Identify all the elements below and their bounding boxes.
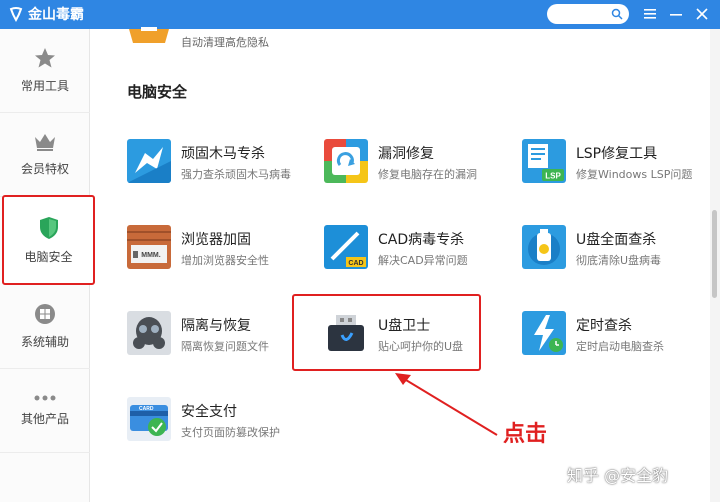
star-icon — [35, 48, 55, 68]
sidebar-item-label: 会员特权 — [20, 162, 69, 176]
lsp-badge: LSP — [545, 172, 561, 181]
tool-desc: 修复Windows LSP问题 — [576, 168, 693, 181]
tool-lsp-repair[interactable]: LSP LSP修复工具 修复Windows LSP问题 — [522, 139, 712, 189]
tool-quarantine[interactable]: 隔离与恢复 隔离恢复问题文件 — [127, 311, 317, 361]
tool-desc: 隔离恢复问题文件 — [181, 340, 269, 353]
tool-scheduled-scan[interactable]: 定时查杀 定时启动电脑查杀 — [522, 311, 712, 361]
sidebar-item-member[interactable]: 会员特权 — [0, 113, 90, 197]
tool-trojan-killer[interactable]: 顽固木马专杀 强力查杀顽固木马病毒 — [127, 139, 317, 189]
tool-name: 定时查杀 — [576, 318, 632, 334]
tool-desc: 定时启动电脑查杀 — [576, 340, 664, 353]
tool-desc: 增加浏览器安全性 — [181, 254, 269, 267]
tool-desc: 支付页面防篡改保护 — [181, 426, 280, 439]
cad-badge: CAD — [348, 260, 363, 267]
tool-name: 顽固木马专杀 — [181, 146, 265, 162]
search-icon[interactable] — [611, 8, 623, 20]
scrollbar-thumb[interactable] — [712, 210, 717, 298]
menu-button[interactable] — [640, 4, 660, 24]
tool-browser-harden[interactable]: MMM. 浏览器加固 增加浏览器安全性 — [127, 225, 317, 275]
safe-payment-icon: CARD — [127, 397, 171, 441]
tool-name: U盘全面查杀 — [576, 232, 657, 248]
tool-vuln-repair[interactable]: 漏洞修复 修复电脑存在的漏洞 — [324, 139, 514, 189]
cad-killer-icon: CAD — [324, 225, 368, 269]
click-annotation: 点击 — [503, 422, 548, 447]
logo-icon — [9, 7, 23, 22]
sidebar-item-label: 常用工具 — [20, 79, 69, 93]
highlight-box — [292, 294, 481, 371]
tool-desc: 彻底清除U盘病毒 — [576, 254, 662, 267]
usb-scan-icon — [522, 225, 566, 269]
tool-name: LSP修复工具 — [576, 146, 658, 162]
section-title: 电脑安全 — [127, 83, 188, 101]
sidebar-item-common-tools[interactable]: 常用工具 — [0, 29, 90, 113]
minimize-button[interactable] — [666, 4, 686, 24]
close-icon — [696, 8, 708, 20]
vuln-repair-icon — [324, 139, 368, 183]
trojan-killer-icon — [127, 139, 171, 183]
main-content: 自动清理高危隐私 电脑安全 顽固木马专杀 强力查杀顽固木马病毒 漏洞修复 修复电… — [91, 27, 712, 502]
app-logo: 金山毒霸 — [8, 4, 84, 24]
sidebar-item-system-assist[interactable]: 系统辅助 — [0, 285, 90, 369]
lsp-repair-icon: LSP — [522, 139, 566, 183]
tool-cad-killer[interactable]: CAD CAD病毒专杀 解决CAD异常问题 — [324, 225, 514, 275]
sidebar-item-pc-security[interactable]: 电脑安全 — [2, 195, 95, 285]
more-icon — [34, 395, 56, 401]
sidebar: 常用工具 会员特权 电脑安全 系统辅助 其他产品 — [0, 29, 95, 502]
close-button[interactable] — [692, 4, 712, 24]
tool-desc: 修复电脑存在的漏洞 — [378, 168, 477, 181]
watermark: 知乎 @安全豹 — [567, 466, 669, 485]
annotation-arrow-icon — [395, 373, 498, 436]
sidebar-item-label: 电脑安全 — [24, 249, 73, 264]
tool-usb-scan[interactable]: U盘全面查杀 彻底清除U盘病毒 — [522, 225, 712, 275]
tool-safe-payment[interactable]: CARD 安全支付 支付页面防篡改保护 — [127, 397, 317, 447]
scheduled-scan-icon — [522, 311, 566, 355]
privacy-cleaner-icon[interactable] — [127, 25, 171, 47]
browser-badge: MMM. — [141, 252, 160, 259]
crown-icon — [35, 134, 55, 151]
browser-harden-icon: MMM. — [127, 225, 171, 269]
tool-name: 隔离与恢复 — [181, 318, 251, 334]
tool-desc: 强力查杀顽固木马病毒 — [181, 168, 291, 181]
tool-desc: 自动清理高危隐私 — [181, 36, 269, 49]
sidebar-item-other-products[interactable]: 其他产品 — [0, 369, 90, 453]
menu-icon — [644, 9, 656, 19]
sidebar-item-label: 系统辅助 — [20, 335, 69, 349]
title-bar: 金山毒霸 — [0, 0, 720, 29]
search-input[interactable] — [547, 4, 629, 24]
tool-name: 漏洞修复 — [378, 146, 434, 162]
tool-name: CAD病毒专杀 — [378, 232, 465, 248]
minimize-icon — [670, 14, 682, 16]
sidebar-item-label: 其他产品 — [20, 412, 69, 426]
shield-icon — [39, 216, 58, 239]
tool-name: 安全支付 — [181, 404, 237, 420]
tool-name: 浏览器加固 — [181, 232, 251, 248]
card-badge: CARD — [139, 406, 154, 412]
quarantine-icon — [127, 311, 171, 355]
app-title: 金山毒霸 — [28, 7, 84, 23]
windows-icon — [35, 304, 55, 324]
tool-desc: 解决CAD异常问题 — [378, 254, 468, 267]
